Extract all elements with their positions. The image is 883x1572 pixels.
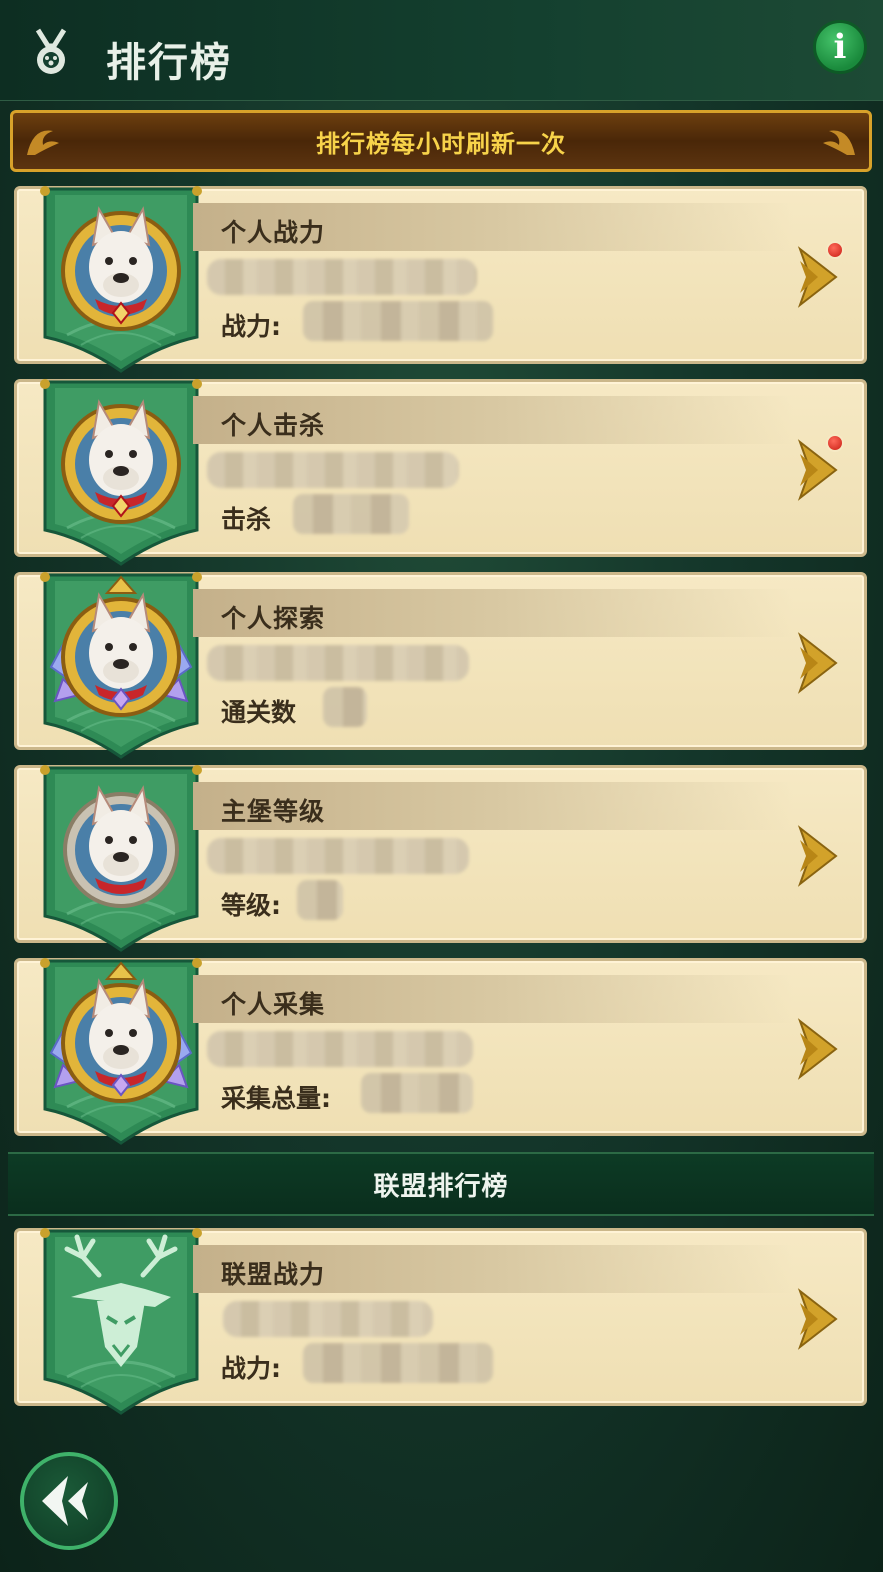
red-dot-badge [826,434,844,452]
stat-label: 采集总量: [221,1084,331,1113]
stat-label: 战力: [221,312,281,341]
blurred-stat-value [303,1343,493,1383]
ranking-card-personal-power[interactable]: 个人战力 战力: [14,186,867,364]
ornament-icon [823,130,855,155]
back-arrow-icon [42,1476,88,1526]
blurred-alliance-name [223,1301,433,1337]
ranking-card-personal-kills[interactable]: 个人击杀 击杀 [14,379,867,557]
alliance-section-header: 联盟排行榜 [8,1152,874,1216]
chevron-right-icon[interactable] [796,631,840,695]
dog-avatar-icon [37,378,205,566]
stat-label: 通关数 [221,698,297,727]
card-title: 个人战力 [221,218,326,247]
back-button[interactable] [20,1452,118,1550]
header-bar: 排行榜 i [0,0,883,101]
dog-avatar-icon [37,571,205,759]
dog-avatar-icon [37,764,205,952]
blurred-stat-value [323,687,367,727]
medal-icon [35,28,67,74]
chevron-right-icon[interactable] [796,1017,840,1081]
blurred-player-name [207,1031,473,1067]
red-dot-badge [826,241,844,259]
dog-avatar-icon [37,185,205,373]
blurred-stat-value [293,494,409,534]
refresh-notice-text: 排行榜每小时刷新一次 [316,129,566,158]
chevron-right-icon[interactable] [796,824,840,888]
blurred-stat-value [303,301,493,341]
blurred-player-name [207,838,469,874]
blurred-player-name [207,645,469,681]
card-title: 个人击杀 [221,411,326,440]
ranking-card-personal-exploration[interactable]: 个人探索 通关数 [14,572,867,750]
blurred-stat-value [297,880,343,920]
alliance-section-title: 联盟排行榜 [373,1171,509,1202]
ranking-card-alliance-power[interactable]: 联盟战力 战力: [14,1228,867,1406]
stat-label: 等级: [221,891,281,920]
page-title: 排行榜 [106,40,232,86]
info-button[interactable]: i [813,20,867,74]
blurred-player-name [207,452,459,488]
card-title: 个人探索 [221,604,326,633]
ranking-card-personal-gathering[interactable]: 个人采集 采集总量: [14,958,867,1136]
card-title: 联盟战力 [221,1260,326,1289]
dog-avatar-icon [37,957,205,1145]
chevron-right-icon[interactable] [796,1287,840,1351]
stat-label: 击杀 [221,505,272,534]
card-title: 个人采集 [221,990,326,1019]
ranking-card-castle-level[interactable]: 主堡等级 等级: [14,765,867,943]
refresh-notice-banner: 排行榜每小时刷新一次 [10,110,872,172]
card-title: 主堡等级 [221,797,326,826]
ornament-icon [27,130,59,155]
blurred-player-name [207,259,477,295]
stat-label: 战力: [221,1354,281,1383]
blurred-stat-value [361,1073,473,1113]
deer-emblem-icon [37,1227,205,1415]
